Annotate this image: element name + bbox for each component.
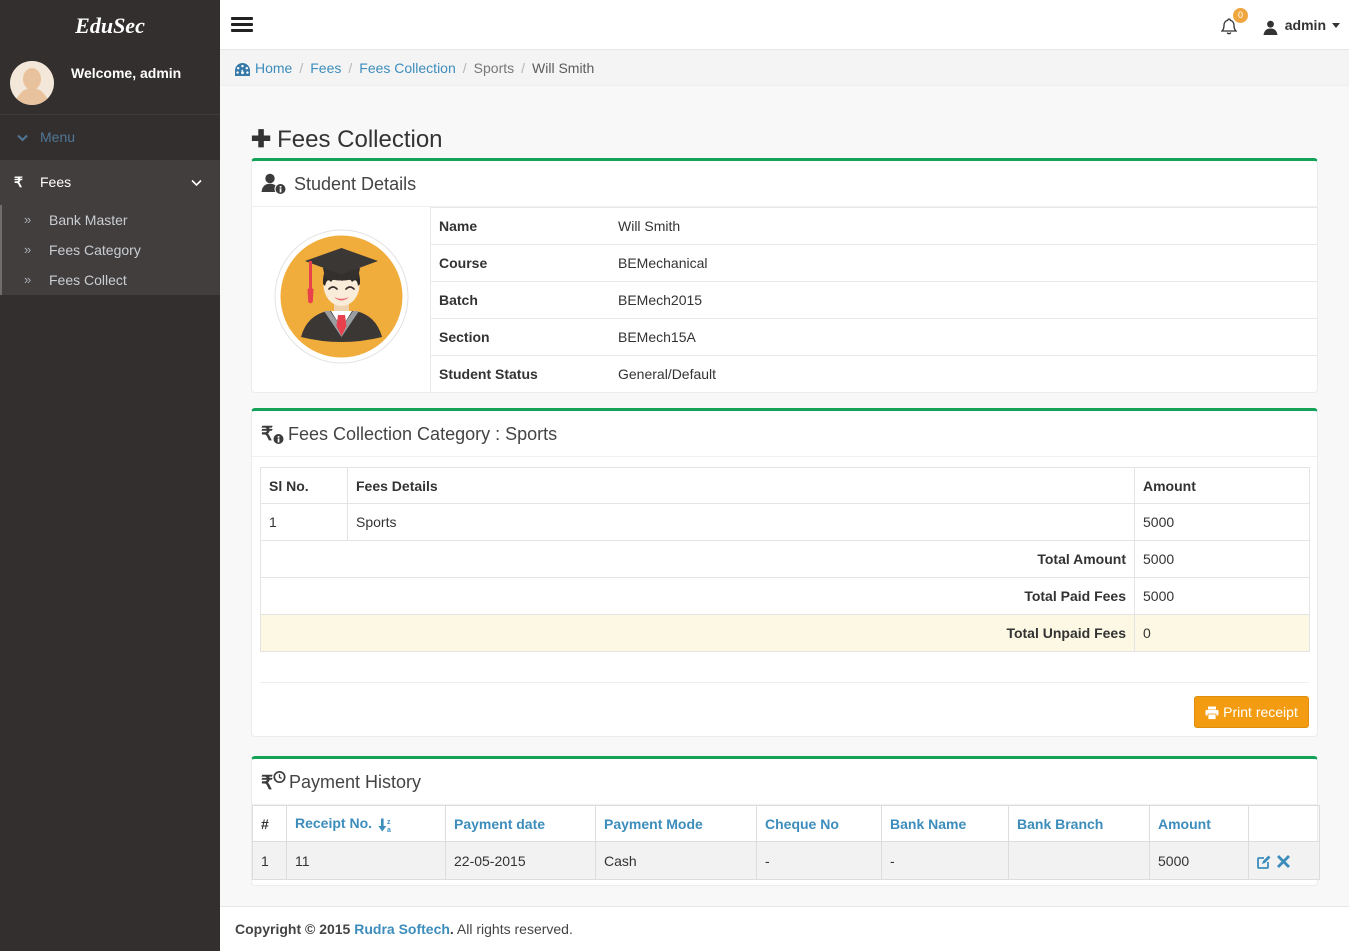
svg-text:z: z bbox=[387, 819, 391, 826]
svg-text:₹: ₹ bbox=[261, 773, 273, 794]
svg-text:₹: ₹ bbox=[261, 424, 273, 445]
svg-text:a: a bbox=[387, 827, 391, 832]
